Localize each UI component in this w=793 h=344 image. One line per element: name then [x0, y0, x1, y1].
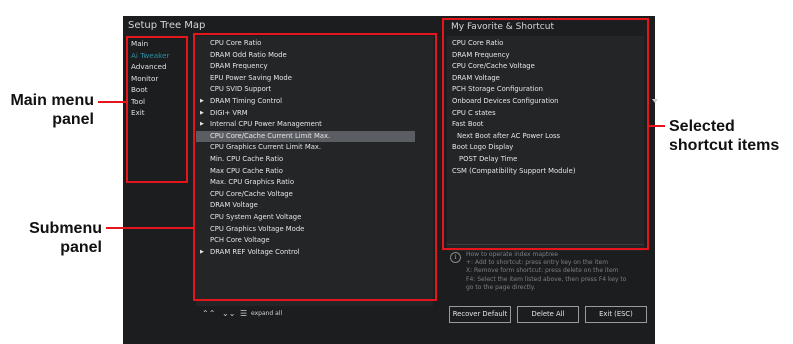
- submenu-callout: Submenu panel: [29, 220, 102, 256]
- expand-all-button[interactable]: expand all: [251, 308, 282, 320]
- setup-tree-map-title: Setup Tree Map: [128, 20, 206, 31]
- main-menu-highlight-box: [126, 36, 188, 183]
- help-text: How to operate index maptree +: Add to s…: [466, 251, 656, 292]
- recover-default-button[interactable]: Recover Default: [449, 306, 511, 323]
- main-menu-callout: Main menu panel: [10, 92, 94, 128]
- shortcut-leader-line: [649, 125, 665, 127]
- submenu-highlight-box: [193, 33, 437, 301]
- shortcut-highlight-box: [442, 18, 649, 250]
- delete-all-button[interactable]: Delete All: [517, 306, 579, 323]
- exit-button[interactable]: Exit (ESC): [585, 306, 647, 323]
- selected-shortcut-callout: Selected shortcut items: [669, 118, 780, 154]
- submenu-leader-line: [106, 227, 193, 229]
- double-chevron-down-icon[interactable]: ⌄⌄: [222, 308, 235, 320]
- main-menu-leader-line: [98, 101, 126, 103]
- help-line: How to operate index maptree: [466, 251, 558, 258]
- help-line: +: Add to shortcut: press entry key on t…: [466, 259, 609, 267]
- double-chevron-up-icon[interactable]: ⌃⌃: [202, 308, 215, 320]
- list-icon[interactable]: ☰: [240, 308, 247, 320]
- tree-controls: ⌃⌃ ⌄⌄ ☰ expand all: [196, 308, 433, 320]
- info-icon: i: [450, 252, 461, 263]
- mouse-cursor-icon: [652, 99, 658, 103]
- help-line: X: Remove form shortcut: press delete on…: [466, 267, 619, 275]
- help-line: F4: Select the item listed above, then p…: [466, 275, 627, 283]
- help-line: go to the page directly.: [466, 283, 536, 291]
